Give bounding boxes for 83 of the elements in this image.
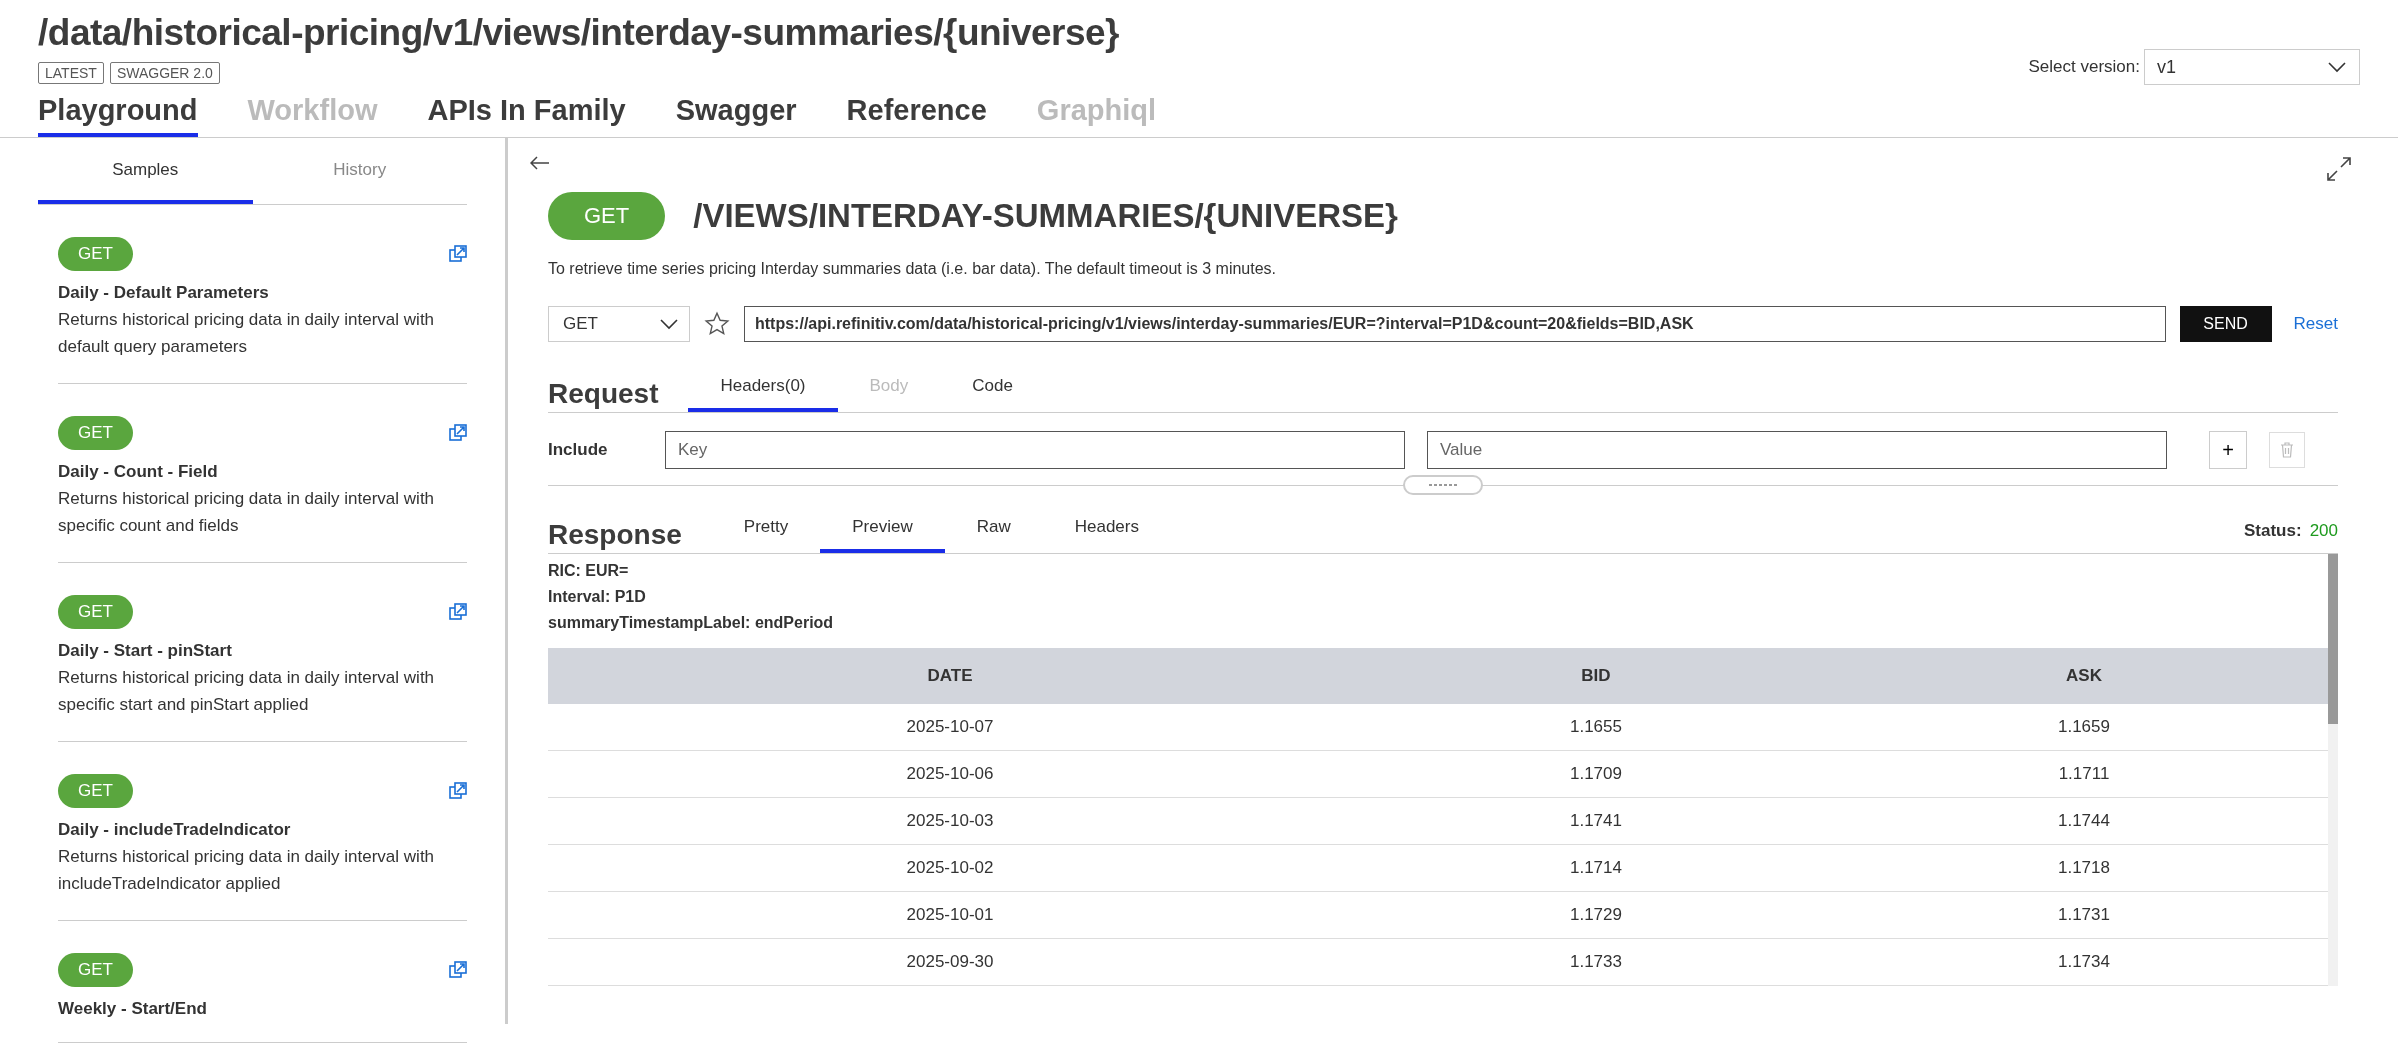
external-link-icon[interactable] [449, 961, 467, 979]
url-field[interactable]: https://api.refinitiv.com/data/historical-pricing/v1/views/interday-summaries/EUR=?interval=P1D&count=20&fields=BID,ASK [744, 306, 2166, 342]
status-label: Status: [2244, 521, 2302, 540]
status-code: 200 [2309, 521, 2338, 540]
sample-title[interactable]: Daily - Count - Field [58, 462, 467, 482]
endpoint-path: /VIEWS/INTERDAY-SUMMARIES/{UNIVERSE} [693, 197, 1398, 235]
send-button[interactable]: SEND [2179, 306, 2272, 342]
section-title: Response [548, 519, 682, 551]
table-cell: 1.1711 [1840, 750, 2328, 798]
reset-link[interactable]: Reset [2293, 314, 2338, 334]
table-cell: 1.1734 [1840, 938, 2328, 986]
resize-handle[interactable] [1403, 475, 1483, 495]
table-cell: 2025-10-03 [548, 797, 1352, 845]
version-select[interactable]: v1 [2144, 49, 2360, 85]
version-badge: LATEST [38, 62, 104, 84]
include-label: Include [548, 440, 609, 460]
column-header: ASK [1840, 648, 2328, 704]
nav-tab[interactable]: APIs In Family [427, 90, 626, 137]
request-tab[interactable]: Code [940, 366, 1045, 412]
sample-description: Returns historical pricing data in daily interval with specific count and fields [58, 488, 436, 537]
endpoint-description: To retrieve time series pricing Interday summaries data (i.e. bar data). The default timeout is 3 minutes. [548, 260, 1278, 278]
trash-icon [2280, 442, 2294, 458]
nav-tab[interactable]: Playground [38, 90, 198, 137]
back-arrow-icon[interactable] [530, 156, 550, 170]
external-link-icon[interactable] [449, 245, 467, 263]
chevron-down-icon [2327, 61, 2347, 73]
method-badge: GET [58, 953, 133, 987]
method-badge: GET [58, 416, 133, 450]
column-header: BID [1352, 648, 1840, 704]
response-tab[interactable]: Raw [944, 507, 1043, 553]
sidebar-tab[interactable]: History [252, 138, 467, 204]
page-title: /data/historical-pricing/v1/views/interday-summaries/{universe} [38, 12, 1120, 54]
response-meta: RIC: EUR= [548, 561, 630, 581]
sample-title[interactable]: Weekly - Start/End [58, 999, 467, 1019]
table-cell: 1.1731 [1840, 891, 2328, 939]
external-link-icon[interactable] [449, 424, 467, 442]
nav-tab[interactable]: Reference [846, 90, 987, 137]
method-badge: GET [58, 774, 133, 808]
request-tab[interactable]: Headers(0) [688, 366, 838, 412]
version-label: Select version: [2028, 57, 2140, 77]
table-cell: 1.1714 [1352, 844, 1840, 892]
method-badge: GET [58, 595, 133, 629]
table-cell: 2025-10-01 [548, 891, 1352, 939]
table-cell: 1.1744 [1840, 797, 2328, 845]
star-icon[interactable] [704, 311, 730, 337]
sidebar-tab[interactable]: Samples [38, 138, 253, 204]
sample-title[interactable]: Daily - Default Parameters [58, 283, 467, 303]
table-cell: 1.1655 [1352, 704, 1840, 751]
sample-title[interactable]: Daily - Start - pinStart [58, 641, 467, 661]
table-cell: 2025-10-06 [548, 750, 1352, 798]
method-badge: GET [548, 192, 666, 240]
sample-description: Returns historical pricing data in daily interval with default query parameters [58, 309, 436, 358]
table-cell: 1.1733 [1352, 938, 1840, 986]
sample-title[interactable]: Daily - includeTradeIndicator [58, 820, 467, 840]
table-cell: 1.1659 [1840, 704, 2328, 751]
table-cell: 1.1729 [1352, 891, 1840, 939]
table-cell: 1.1741 [1352, 797, 1840, 845]
response-meta: summaryTimestampLabel: endPeriod [548, 613, 835, 633]
external-link-icon[interactable] [449, 603, 467, 621]
chevron-down-icon [659, 318, 679, 330]
expand-icon[interactable] [2326, 156, 2352, 182]
section-title: Request [548, 378, 659, 410]
add-button[interactable]: + [2209, 431, 2247, 469]
table-cell: 1.1709 [1352, 750, 1840, 798]
value-field[interactable]: Value [1427, 431, 2167, 469]
table-cell: 2025-10-07 [548, 704, 1352, 751]
table-cell: 2025-10-02 [548, 844, 1352, 892]
external-link-icon[interactable] [449, 782, 467, 800]
method-select[interactable]: GET [548, 306, 690, 342]
nav-tab[interactable]: Swagger [675, 90, 797, 137]
sample-description: Returns historical pricing data in daily interval with includeTradeIndicator applied [58, 846, 436, 895]
version-badge: SWAGGER 2.0 [109, 62, 220, 84]
response-meta: Interval: P1D [548, 587, 647, 607]
method-badge: GET [58, 237, 133, 271]
scrollbar[interactable] [2328, 554, 2338, 986]
key-field[interactable]: Key [665, 431, 1405, 469]
table-cell: 2025-09-30 [548, 938, 1352, 986]
sample-description: Returns historical pricing data in daily interval with specific start and pinStart applied [58, 667, 436, 716]
column-header: DATE [548, 648, 1352, 704]
response-tab[interactable]: Preview [820, 507, 945, 553]
table-cell: 1.1718 [1840, 844, 2328, 892]
response-tab[interactable]: Pretty [711, 507, 821, 553]
response-tab[interactable]: Headers [1042, 507, 1171, 553]
